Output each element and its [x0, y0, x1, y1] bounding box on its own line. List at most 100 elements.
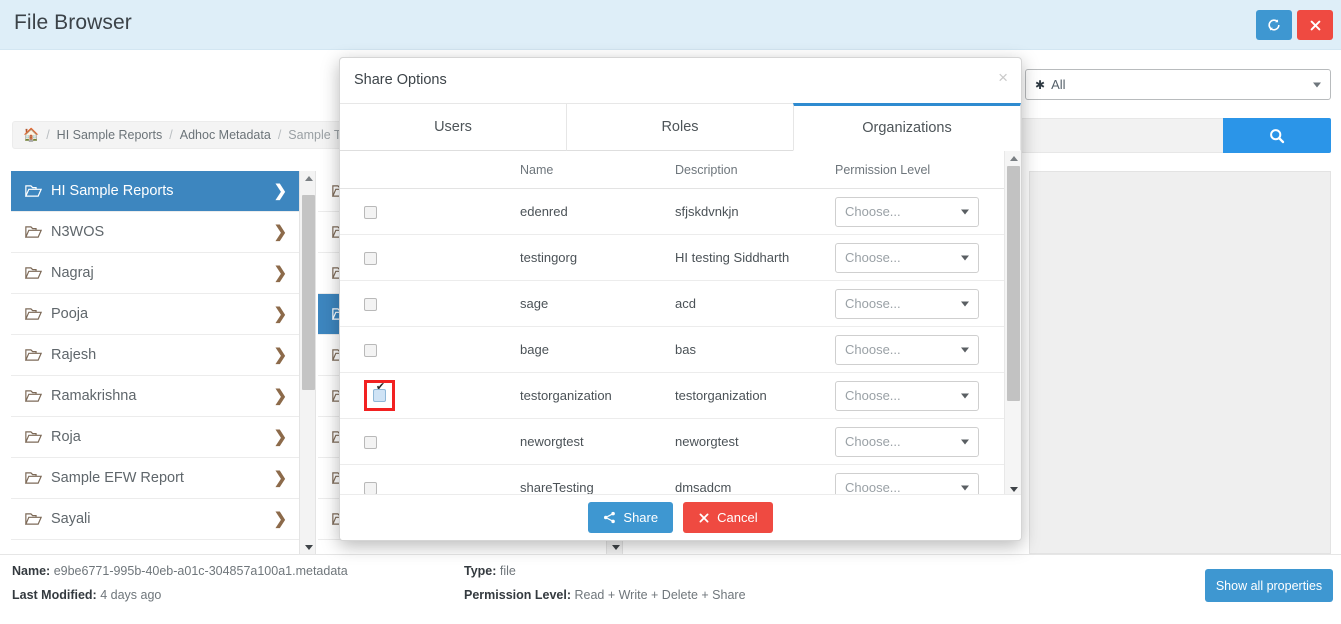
- row-checkbox[interactable]: [373, 389, 386, 402]
- search-button[interactable]: [1223, 118, 1331, 153]
- permission-level-value: Choose...: [845, 296, 901, 311]
- share-button[interactable]: Share: [588, 502, 674, 533]
- folder-icon: [25, 472, 42, 484]
- row-checkbox[interactable]: [364, 252, 377, 266]
- last-modified-value: 4 days ago: [100, 588, 162, 602]
- file-name-value: e9be6771-995b-40eb-a01c-304857a100a1.met…: [53, 564, 348, 578]
- scrollbar-thumb[interactable]: [302, 195, 315, 390]
- row-checkbox[interactable]: [364, 298, 377, 312]
- last-modified-label: Last Modified:: [12, 588, 97, 602]
- table-row[interactable]: testorganizationtestorganization Choose..…: [340, 372, 1021, 419]
- column-header-select: [340, 151, 520, 189]
- selection-highlight: [364, 380, 395, 411]
- table-row[interactable]: neworgtest neworgtest Choose...: [340, 418, 1021, 465]
- status-bar: Name: e9be6771-995b-40eb-a01c-304857a100…: [0, 554, 1341, 624]
- tree-item-sample-efw-report[interactable]: Sample EFW Report ❯: [11, 458, 299, 499]
- refresh-button[interactable]: [1256, 10, 1292, 40]
- modal-table-scrollbar[interactable]: [1004, 151, 1021, 496]
- permission-cell: Choose...: [835, 326, 1021, 373]
- folder-icon: [25, 226, 42, 238]
- permission-level-value: Choose...: [845, 250, 901, 265]
- tree-item-roja[interactable]: Roja ❯: [11, 417, 299, 458]
- permission-cell: Choose...: [835, 372, 1021, 419]
- tree-item-rajesh[interactable]: Rajesh ❯: [11, 335, 299, 376]
- scroll-down-arrow[interactable]: [607, 540, 624, 554]
- tree-item-pooja[interactable]: Pooja ❯: [11, 294, 299, 335]
- tab-users[interactable]: Users: [340, 104, 566, 151]
- scrollbar-thumb[interactable]: [1007, 166, 1020, 401]
- breadcrumb-separator: /: [46, 128, 50, 142]
- chevron-right-icon: ❯: [273, 388, 287, 405]
- filter-select[interactable]: ✱ All: [1025, 69, 1331, 100]
- checkbox-cell: [340, 234, 520, 281]
- refresh-icon: [1268, 19, 1280, 31]
- folder-icon: [25, 308, 42, 320]
- scroll-up-arrow[interactable]: [1005, 151, 1021, 165]
- tree-item-n3wos[interactable]: N3WOS ❯: [11, 212, 299, 253]
- checkbox-cell: [340, 464, 520, 496]
- row-checkbox[interactable]: [364, 344, 377, 358]
- column-1-scrollbar[interactable]: [299, 171, 316, 554]
- modal-title: Share Options: [354, 72, 447, 88]
- folder-icon: [25, 512, 42, 526]
- folder-icon: [25, 390, 42, 402]
- row-checkbox[interactable]: [364, 436, 377, 450]
- tree-item-label: Ramakrishna: [51, 388, 137, 404]
- org-description-cell: sfjskdvnkjn: [675, 188, 835, 235]
- tree-item-sayali[interactable]: Sayali ❯: [11, 499, 299, 540]
- permission-level-value: Choose...: [845, 342, 901, 357]
- permission-level-select[interactable]: Choose...: [835, 334, 979, 365]
- row-checkbox[interactable]: [364, 206, 377, 220]
- org-description-cell: testorganization: [675, 372, 835, 419]
- permission-level-value: Choose...: [845, 480, 901, 495]
- chevron-down-icon: [961, 301, 969, 306]
- breadcrumb-item-1[interactable]: Adhoc Metadata: [180, 128, 271, 142]
- scroll-up-arrow[interactable]: [300, 171, 317, 185]
- permission-level-select[interactable]: Choose...: [835, 380, 979, 411]
- column-header-name: Name: [520, 151, 675, 189]
- chevron-right-icon: ❯: [273, 429, 287, 446]
- scroll-down-arrow[interactable]: [300, 540, 317, 554]
- permission-level-select[interactable]: Choose...: [835, 196, 979, 227]
- org-description-cell: acd: [675, 280, 835, 327]
- file-type-info: Type: file: [464, 564, 516, 578]
- tree-item-ramakrishna[interactable]: Ramakrishna ❯: [11, 376, 299, 417]
- permission-level-select[interactable]: Choose...: [835, 426, 979, 457]
- table-row[interactable]: sage acd Choose...: [340, 280, 1021, 327]
- modal-close-button[interactable]: ×: [998, 69, 1008, 86]
- breadcrumb-item-0[interactable]: HI Sample Reports: [57, 128, 163, 142]
- search-input[interactable]: [1021, 118, 1223, 153]
- tree-item-label: Sample EFW Report: [51, 470, 184, 486]
- tree-item-nagraj[interactable]: Nagraj ❯: [11, 253, 299, 294]
- permission-level-value: Choose...: [845, 204, 901, 219]
- tree-item-label: Nagraj: [51, 265, 94, 281]
- organizations-table: Name Description Permission Level edenre…: [340, 151, 1021, 496]
- close-window-button[interactable]: [1297, 10, 1333, 40]
- table-row[interactable]: shareTesting dmsadcm Choose...: [340, 464, 1021, 496]
- table-row[interactable]: edenred sfjskdvnkjn Choose...: [340, 188, 1021, 235]
- search-icon: [1270, 128, 1285, 143]
- org-name-cell: shareTesting: [520, 464, 675, 496]
- cancel-button[interactable]: Cancel: [683, 502, 773, 533]
- table-row[interactable]: bage bas Choose...: [340, 326, 1021, 373]
- permission-level-select[interactable]: Choose...: [835, 242, 979, 273]
- tree-item-label: HI Sample Reports: [51, 183, 174, 199]
- permission-level-select[interactable]: Choose...: [835, 288, 979, 319]
- checkbox-cell: [340, 188, 520, 235]
- permission-cell: Choose...: [835, 188, 1021, 235]
- table-row[interactable]: testingorg HI testing Siddharth Choose...: [340, 234, 1021, 281]
- close-icon: [1310, 20, 1320, 30]
- show-all-properties-button[interactable]: Show all properties: [1205, 569, 1333, 602]
- tree-item-label: N3WOS: [51, 224, 105, 240]
- checkbox-cell: [340, 280, 520, 327]
- home-icon[interactable]: 🏠: [23, 127, 39, 143]
- folder-icon: [25, 266, 42, 280]
- permission-level-select[interactable]: Choose...: [835, 472, 979, 496]
- chevron-right-icon: ❯: [273, 183, 287, 200]
- tab-organizations[interactable]: Organizations: [793, 103, 1021, 151]
- folder-icon: [25, 431, 42, 443]
- tab-roles[interactable]: Roles: [566, 104, 793, 151]
- tree-item-label: Sayali: [51, 511, 91, 527]
- permission-level-value: Choose...: [845, 434, 901, 449]
- tree-item-hi-sample-reports[interactable]: HI Sample Reports ❯: [11, 171, 299, 212]
